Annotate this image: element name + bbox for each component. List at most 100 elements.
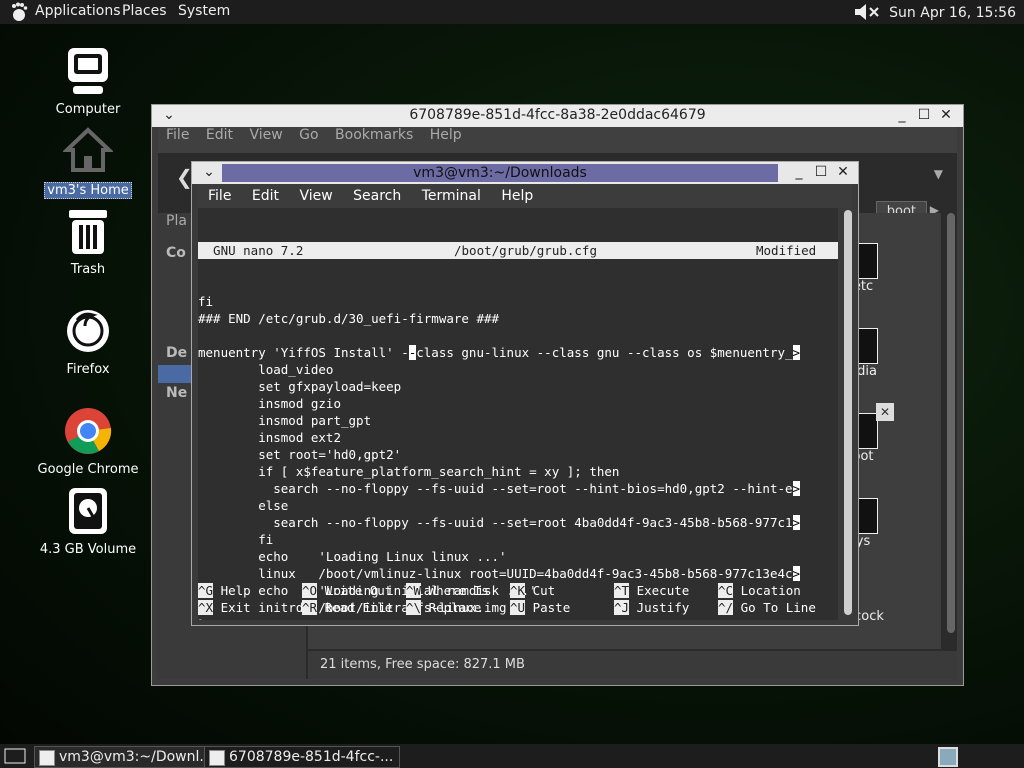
shortcut-label: Cut <box>525 583 556 598</box>
term-menu-file[interactable]: File <box>208 188 231 204</box>
nano-buffer[interactable]: fi ### END /etc/grub.d/30_uefi-firmware #… <box>198 293 838 620</box>
sidebar-heading: Co <box>166 245 186 261</box>
trash-icon <box>69 210 107 254</box>
minimize-button[interactable]: _ <box>893 107 911 123</box>
sidebar-heading: De <box>166 345 188 361</box>
shortcut-key: ^R <box>302 600 318 615</box>
chevron-down-icon[interactable]: ▼ <box>934 167 943 181</box>
term-menu-edit[interactable]: Edit <box>252 188 279 204</box>
terminal-scrollbar[interactable] <box>844 210 852 615</box>
nano-shortcut: ^G Help <box>198 582 251 599</box>
desktop-icon-trash[interactable]: Trash <box>28 206 148 277</box>
bottom-panel: vm3@vm3:~/Downl... 6708789e-851d-4fcc-..… <box>0 744 1024 768</box>
nano-line: fi <box>198 532 274 547</box>
gnome-foot-icon[interactable] <box>10 2 28 22</box>
shortcut-key: ^J <box>614 600 630 615</box>
fm-menu-edit[interactable]: Edit <box>206 127 233 143</box>
desktop-icon-chrome[interactable]: Google Chrome <box>28 406 148 477</box>
shortcut-label: Write Out <box>317 583 393 598</box>
shortcut-label: Read File <box>317 600 393 615</box>
nano-shortcut: ^T Execute <box>614 582 689 599</box>
file-manager-titlebar[interactable]: ⌄ 6708789e-851d-4fcc-8a38-2e0ddac64679 _… <box>152 105 963 127</box>
nano-line: set root='hd0,gpt2' <box>198 447 402 462</box>
nano-shortcut: ^U Paste <box>510 599 570 616</box>
shortcut-label: Execute <box>629 583 690 598</box>
nano-line <box>198 327 838 344</box>
nano-line: load_video <box>198 362 334 377</box>
workspace-switcher-icon[interactable] <box>938 747 958 767</box>
top-panel: Applications Places System Sun Apr 16, 1… <box>0 0 1024 24</box>
close-button[interactable]: ✕ <box>937 107 955 123</box>
file-manager-scrollbar[interactable] <box>947 213 955 633</box>
task-file-manager[interactable]: 6708789e-851d-4fcc-... <box>204 746 400 768</box>
shortcut-label: Justify <box>629 600 690 615</box>
maximize-button[interactable]: ☐ <box>812 164 830 180</box>
task-label: 6708789e-851d-4fcc-... <box>229 749 394 765</box>
computer-icon <box>68 48 108 94</box>
line-overflow-indicator: > <box>792 481 801 496</box>
menu-places[interactable]: Places <box>122 3 167 19</box>
chrome-icon <box>65 408 112 454</box>
fm-menu-file[interactable]: File <box>166 127 189 143</box>
folder-task-icon <box>209 750 225 766</box>
nano-line: menuentry 'YiffOS Install' --class gnu-l… <box>198 345 801 360</box>
nano-shortcut: ^J Justify <box>614 599 689 616</box>
desktop-icon-home[interactable]: vm3's Home <box>28 126 148 199</box>
nano-modified-status: Modified <box>756 243 817 258</box>
desktop-icon-label: Trash <box>70 262 106 277</box>
nano-line: insmod part_gpt <box>198 413 372 428</box>
terminal-titlebar[interactable]: ⌄ vm3@vm3:~/Downloads _ ☐ ✕ <box>192 162 858 184</box>
firefox-icon <box>67 310 109 352</box>
task-label: vm3@vm3:~/Downl... <box>59 749 213 765</box>
shortcut-label: Help <box>213 583 251 598</box>
close-button[interactable]: ✕ <box>834 164 852 180</box>
drive-icon <box>69 488 107 534</box>
terminal-menubar: File Edit View Search Terminal Help <box>198 184 852 208</box>
show-desktop-icon[interactable] <box>4 748 26 764</box>
clock[interactable]: Sun Apr 16, 15:56 <box>889 5 1016 21</box>
menu-applications[interactable]: Applications <box>35 3 121 19</box>
fm-menu-help[interactable]: Help <box>430 127 462 143</box>
term-menu-terminal[interactable]: Terminal <box>422 188 481 204</box>
fm-menu-view[interactable]: View <box>249 127 282 143</box>
nano-line: fi <box>198 294 214 309</box>
shortcut-key: ^T <box>614 583 630 598</box>
term-menu-view[interactable]: View <box>299 188 332 204</box>
nano-line: linux /boot/vmlinuz-linux root=UUID=4ba0… <box>198 566 801 581</box>
nano-line: } <box>198 616 838 620</box>
line-overflow-indicator: > <box>792 566 801 581</box>
terminal-screen[interactable]: GNU nano 7.2/boot/grub/grub.cfg Modified … <box>198 208 838 620</box>
window-menu-icon[interactable]: ⌄ <box>200 164 218 180</box>
task-terminal[interactable]: vm3@vm3:~/Downl... <box>34 746 226 768</box>
nano-shortcut: ^/ Go To Line <box>718 599 816 616</box>
term-menu-help[interactable]: Help <box>501 188 533 204</box>
volume-muted-icon[interactable] <box>853 3 881 21</box>
close-icon[interactable]: ✕ <box>876 403 894 421</box>
menu-system[interactable]: System <box>178 3 230 19</box>
nano-line: if [ x$feature_platform_search_hint = xy… <box>198 464 620 479</box>
fm-menu-bookmarks[interactable]: Bookmarks <box>335 127 413 143</box>
maximize-button[interactable]: ☐ <box>915 107 933 123</box>
file-manager-title: 6708789e-851d-4fcc-8a38-2e0ddac64679 <box>409 107 706 123</box>
desktop-icon-computer[interactable]: Computer <box>28 46 148 117</box>
shortcut-label: Replace <box>421 600 482 615</box>
nano-shortcut: ^W Where Is <box>406 582 489 599</box>
term-menu-search[interactable]: Search <box>353 188 401 204</box>
desktop-icon-label: vm3's Home <box>44 182 132 199</box>
line-overflow-indicator: > <box>792 345 801 360</box>
terminal-window: ⌄ vm3@vm3:~/Downloads _ ☐ ✕ File Edit Vi… <box>191 161 859 626</box>
desktop-icon-volume[interactable]: 4.3 GB Volume <box>28 486 148 557</box>
line-overflow-indicator: > <box>792 515 801 530</box>
nano-line: insmod ext2 <box>198 430 341 445</box>
nano-shortcut: ^K Cut <box>510 582 555 599</box>
sidebar-heading: Ne <box>166 385 188 401</box>
minimize-button[interactable]: _ <box>790 164 808 180</box>
shortcut-key: ^C <box>718 583 734 598</box>
shortcut-key: ^U <box>510 600 526 615</box>
desktop-icon-label: Firefox <box>66 362 110 377</box>
desktop-icon-firefox[interactable]: Firefox <box>28 306 148 377</box>
terminal-task-icon <box>39 750 55 766</box>
fm-menu-go[interactable]: Go <box>299 127 318 143</box>
shortcut-key: ^O <box>302 583 318 598</box>
nano-line: else <box>198 498 289 513</box>
